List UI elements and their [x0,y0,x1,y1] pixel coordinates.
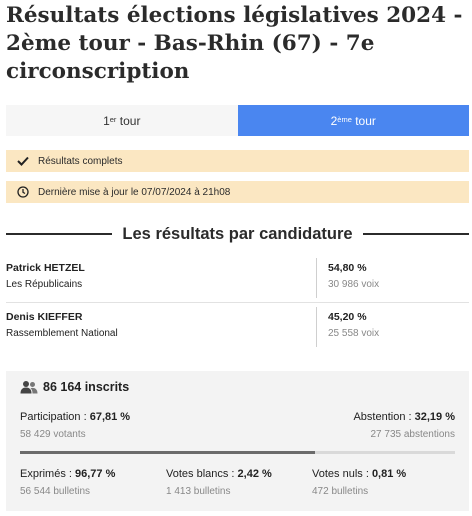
participation-bar-fill [20,451,315,454]
expressed-ballots: 56 544 bulletins [20,486,91,497]
tab-second-round-ordinal: ème [337,115,352,124]
last-update-notice: Dernière mise à jour le 07/07/2024 à 21h… [6,181,469,203]
expressed-label: Exprimés : 96,77 % [20,468,115,480]
heading-rule-right [362,233,470,235]
candidate-name: Patrick HETZEL [6,262,85,274]
participation-bar [20,451,455,454]
blank-votes-label: Votes blancs : 2,42 % [166,468,272,480]
divider [316,307,317,347]
page-title: Résultats élections législatives 2024 - … [6,3,463,84]
people-icon [20,380,38,394]
results-section-title: Les résultats par candidature [122,224,353,243]
abstention-value: 32,19 % [414,411,455,423]
null-votes-ballots: 472 bulletins [312,486,369,497]
candidate-votes: 25 558 voix [328,328,380,339]
divider [316,258,317,298]
abstention-label-text: Abstention : [353,411,415,423]
candidate-row: Patrick HETZEL Les Républicains 54,80 % … [6,258,469,298]
round-tabs: 1 er tour 2 ème tour [6,105,469,136]
clock-icon [16,185,30,199]
tab-first-round-label: tour [116,113,141,128]
candidate-percentage: 54,80 % [328,262,367,274]
check-icon [16,154,30,168]
page: Résultats élections législatives 2024 - … [0,0,472,516]
registered-voters: 86 164 inscrits [20,380,129,394]
candidate-party: Rassemblement National [6,328,118,339]
abstention-label: Abstention : 32,19 % [353,411,455,423]
results-section-heading: Les résultats par candidature [6,222,470,246]
tab-first-round-number: 1 [103,113,110,128]
expressed-label-text: Exprimés : [20,468,76,480]
null-votes-label: Votes nuls : 0,81 % [312,468,406,480]
candidate-percentage: 45,20 % [328,311,367,323]
results-complete-text: Résultats complets [38,155,123,167]
results-complete-notice: Résultats complets [6,150,469,172]
candidate-votes: 30 986 voix [328,279,380,290]
registered-count: 86 164 inscrits [43,380,130,394]
row-divider [6,302,469,303]
participation-voters: 58 429 votants [20,429,86,440]
tab-second-round-label: tour [351,113,376,128]
candidate-row: Denis KIEFFER Rassemblement National 45,… [6,307,469,347]
expressed-value: 96,77 % [75,468,116,480]
heading-rule-left [6,233,113,235]
blank-votes-ballots: 1 413 bulletins [166,486,231,497]
tab-first-round-ordinal: er [109,115,117,124]
abstention-count: 27 735 abstentions [370,429,455,440]
null-votes-value: 0,81 % [371,468,407,480]
blank-votes-value: 2,42 % [237,468,272,480]
candidate-party: Les Républicains [6,279,83,290]
turnout-panel: 86 164 inscrits Participation : 67,81 % … [6,371,469,511]
null-votes-label-text: Votes nuls : [312,468,372,480]
tab-second-round[interactable]: 2 ème tour [237,105,469,136]
participation-label: Participation : 67,81 % [20,411,130,423]
blank-votes-label-text: Votes blancs : [166,468,238,480]
last-update-text: Dernière mise à jour le 07/07/2024 à 21h… [38,186,231,198]
tab-first-round[interactable]: 1 er tour [6,105,238,136]
participation-label-text: Participation : [20,411,90,423]
tab-second-round-number: 2 [330,113,338,128]
participation-value: 67,81 % [89,411,131,423]
candidate-name: Denis KIEFFER [6,311,83,323]
